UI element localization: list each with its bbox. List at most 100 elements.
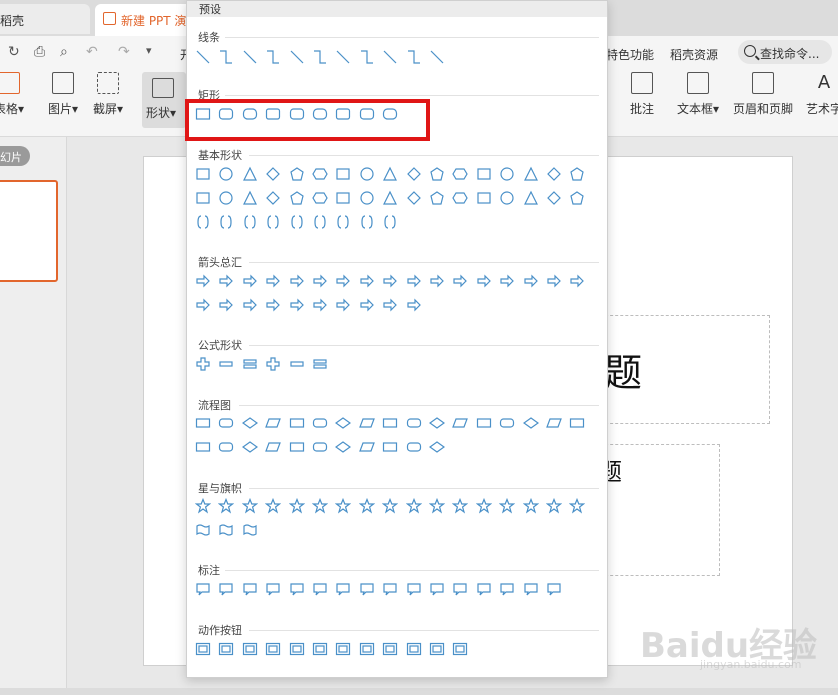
stars-shape-icon[interactable]: [382, 498, 399, 514]
basic-shape-icon[interactable]: [218, 190, 234, 206]
callouts-shape-icon[interactable]: [265, 581, 281, 597]
flowchart-shape-icon[interactable]: [382, 415, 398, 431]
stars-shape-icon[interactable]: [265, 498, 282, 514]
lines-shape-icon[interactable]: [289, 49, 305, 65]
lines-shape-icon[interactable]: [195, 49, 211, 65]
arrows-shape-icon[interactable]: [359, 297, 375, 313]
stars-shape-icon[interactable]: [335, 498, 352, 514]
action-shape-icon[interactable]: [265, 641, 281, 657]
flowchart-shape-icon[interactable]: [195, 439, 211, 455]
action-shape-icon[interactable]: [406, 641, 422, 657]
callouts-shape-icon[interactable]: [312, 581, 328, 597]
print-icon[interactable]: ⎙: [34, 44, 45, 60]
arrows-shape-icon[interactable]: [523, 273, 539, 289]
basic-shape-icon[interactable]: [195, 166, 211, 182]
arrows-shape-icon[interactable]: [242, 273, 258, 289]
flowchart-shape-icon[interactable]: [452, 415, 469, 431]
menu-docer[interactable]: 稻壳资源: [670, 46, 718, 63]
more-dropdown-icon[interactable]: ▾: [146, 44, 152, 57]
basic-shape-icon[interactable]: [382, 190, 398, 206]
arrows-shape-icon[interactable]: [195, 273, 211, 289]
lines-shape-icon[interactable]: [218, 49, 234, 65]
flowchart-shape-icon[interactable]: [312, 415, 328, 431]
callouts-shape-icon[interactable]: [523, 581, 539, 597]
flowchart-shape-icon[interactable]: [265, 415, 282, 431]
wordart-button[interactable]: A 艺术字: [806, 72, 838, 117]
basic-shape-icon[interactable]: [546, 190, 562, 206]
arrows-shape-icon[interactable]: [335, 297, 351, 313]
arrows-shape-icon[interactable]: [499, 273, 515, 289]
basic-shape-icon[interactable]: [523, 190, 539, 206]
basic-shape-icon[interactable]: [523, 166, 539, 182]
basic-shape-icon[interactable]: [335, 166, 351, 182]
arrows-shape-icon[interactable]: [406, 273, 422, 289]
redo-shape-icon[interactable]: ↻: [8, 44, 20, 60]
basic-shape-icon[interactable]: [359, 190, 375, 206]
flowchart-shape-icon[interactable]: [546, 415, 562, 431]
basic-shape-icon[interactable]: [452, 166, 469, 182]
callouts-shape-icon[interactable]: [499, 581, 515, 597]
lines-shape-icon[interactable]: [242, 49, 258, 65]
print-preview-icon[interactable]: ⌕: [60, 44, 68, 60]
arrows-shape-icon[interactable]: [406, 297, 422, 313]
lines-shape-icon[interactable]: [406, 49, 422, 65]
stars-shape-icon[interactable]: [569, 498, 586, 514]
lines-shape-icon[interactable]: [429, 49, 445, 65]
basic-shape-icon[interactable]: [195, 214, 211, 230]
stars-shape-icon[interactable]: [242, 522, 258, 538]
callouts-shape-icon[interactable]: [406, 581, 422, 597]
basic-shape-icon[interactable]: [289, 190, 305, 206]
flowchart-shape-icon[interactable]: [499, 415, 515, 431]
callouts-shape-icon[interactable]: [218, 581, 234, 597]
action-shape-icon[interactable]: [218, 641, 234, 657]
table-button[interactable]: 表格▾: [0, 72, 24, 117]
basic-shape-icon[interactable]: [265, 166, 281, 182]
lines-shape-icon[interactable]: [335, 49, 351, 65]
flowchart-shape-icon[interactable]: [241, 415, 258, 431]
flowchart-shape-icon[interactable]: [358, 415, 375, 431]
redo-icon[interactable]: ↷: [118, 44, 130, 60]
callouts-shape-icon[interactable]: [242, 581, 258, 597]
basic-shape-icon[interactable]: [382, 166, 398, 182]
arrows-shape-icon[interactable]: [265, 297, 281, 313]
action-shape-icon[interactable]: [242, 641, 258, 657]
action-shape-icon[interactable]: [312, 641, 328, 657]
tab-new-ppt[interactable]: 新建 PPT 演: [95, 4, 195, 36]
slides-tab[interactable]: 幻片: [0, 146, 30, 166]
flowchart-shape-icon[interactable]: [335, 415, 352, 431]
basic-shape-icon[interactable]: [312, 166, 328, 182]
basic-shape-icon[interactable]: [218, 214, 234, 230]
basic-shape-icon[interactable]: [476, 166, 492, 182]
flowchart-shape-icon[interactable]: [429, 439, 445, 455]
slide-thumbnail[interactable]: [0, 180, 58, 282]
equation-shape-icon[interactable]: [312, 356, 328, 372]
equation-shape-icon[interactable]: [195, 356, 211, 372]
arrows-shape-icon[interactable]: [359, 273, 375, 289]
action-shape-icon[interactable]: [289, 641, 305, 657]
stars-shape-icon[interactable]: [522, 498, 539, 514]
basic-shape-icon[interactable]: [289, 166, 305, 182]
basic-shape-icon[interactable]: [335, 190, 351, 206]
arrows-shape-icon[interactable]: [429, 273, 445, 289]
basic-shape-icon[interactable]: [499, 166, 515, 182]
comment-button[interactable]: 批注: [630, 72, 654, 117]
basic-shape-icon[interactable]: [359, 166, 375, 182]
stars-shape-icon[interactable]: [195, 498, 211, 514]
flowchart-shape-icon[interactable]: [312, 439, 328, 455]
shape-button[interactable]: 形状▾: [142, 72, 186, 128]
arrows-shape-icon[interactable]: [312, 273, 328, 289]
action-shape-icon[interactable]: [335, 641, 351, 657]
callouts-shape-icon[interactable]: [452, 581, 468, 597]
basic-shape-icon[interactable]: [218, 166, 234, 182]
flowchart-shape-icon[interactable]: [382, 439, 398, 455]
flowchart-shape-icon[interactable]: [218, 439, 234, 455]
basic-shape-icon[interactable]: [429, 166, 445, 182]
basic-shape-icon[interactable]: [265, 190, 281, 206]
basic-shape-icon[interactable]: [546, 166, 562, 182]
arrows-shape-icon[interactable]: [452, 273, 468, 289]
stars-shape-icon[interactable]: [546, 498, 562, 514]
basic-shape-icon[interactable]: [499, 190, 515, 206]
picture-button[interactable]: 图片▾: [48, 72, 78, 117]
arrows-shape-icon[interactable]: [242, 297, 258, 313]
flowchart-shape-icon[interactable]: [265, 439, 282, 455]
